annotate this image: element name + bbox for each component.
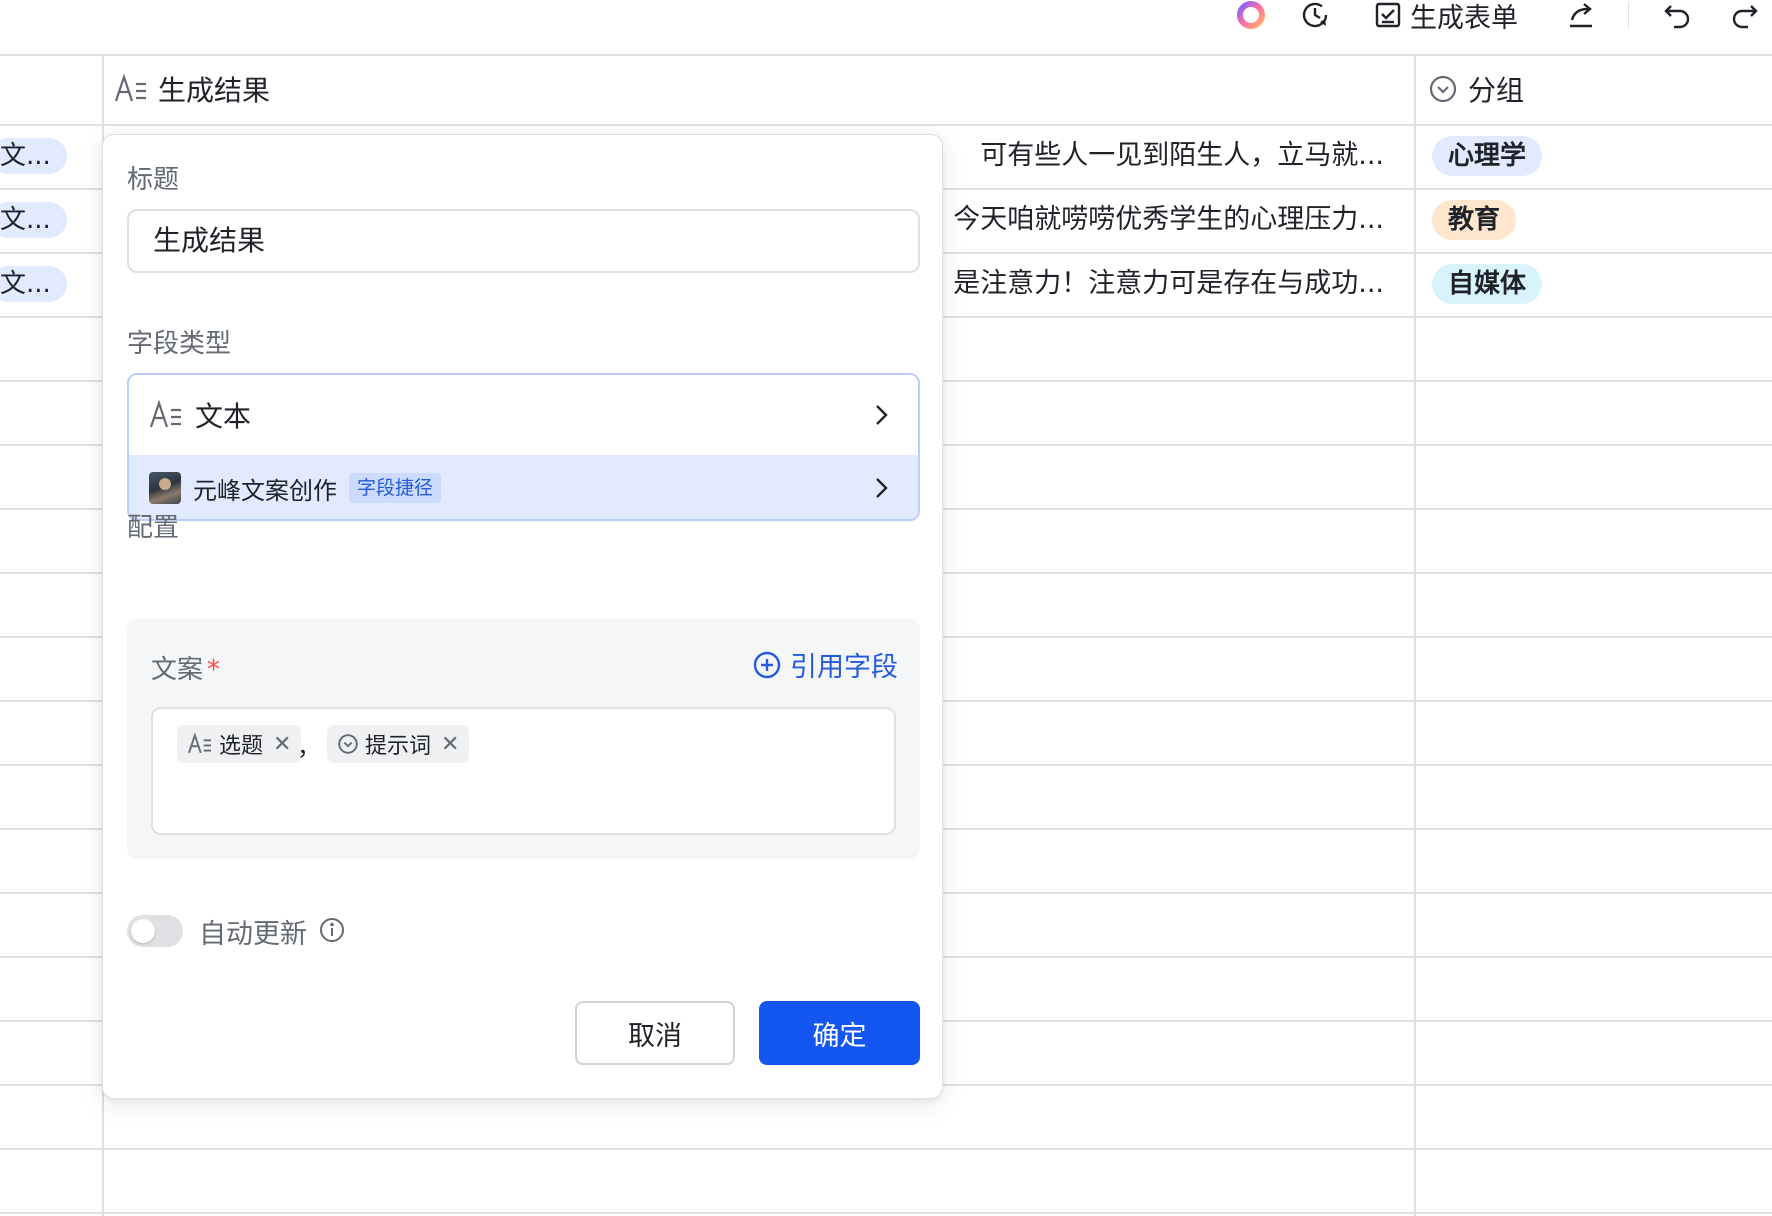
grid-line <box>0 1148 1772 1150</box>
copy-field-label-text: 文案 <box>151 655 204 685</box>
group-tag[interactable]: 教育 <box>1432 200 1517 240</box>
shortcut-badge: 字段捷径 <box>349 473 442 503</box>
field-shortcut-option[interactable]: 元峰文案创作 字段捷径 <box>129 455 918 519</box>
group-tag[interactable]: 心理学 <box>1432 136 1543 176</box>
field-chip[interactable]: 选题 ✕ <box>177 725 302 763</box>
field-chip[interactable]: 提示词 ✕ <box>327 725 470 763</box>
shortcut-name: 元峰文案创作 <box>193 476 337 505</box>
column-header-result[interactable]: 生成结果 <box>114 54 270 124</box>
field-type-text-option[interactable]: 文本 <box>129 375 918 455</box>
redo-icon[interactable] <box>1730 0 1760 30</box>
field-chip-label: 提示词 <box>365 734 432 759</box>
reference-field-button[interactable]: 引用字段 <box>752 645 898 684</box>
cancel-button[interactable]: 取消 <box>575 1001 735 1065</box>
info-icon[interactable] <box>319 917 345 943</box>
toolbar-divider <box>1628 2 1629 28</box>
title-section-label: 标题 <box>127 165 180 195</box>
reference-field-label: 引用字段 <box>790 652 898 683</box>
chevron-right-icon <box>876 478 888 498</box>
grid-line <box>1414 54 1416 1216</box>
single-select-icon <box>338 734 358 754</box>
link-cell-pill[interactable]: 文... <box>0 138 67 174</box>
shortcut-avatar <box>149 472 181 504</box>
ai-orb-icon[interactable] <box>1236 0 1266 30</box>
share-icon[interactable] <box>1566 0 1596 30</box>
generate-form-label: 生成表单 <box>1410 2 1518 34</box>
column-header-label: 分组 <box>1468 74 1525 107</box>
field-type-value: 文本 <box>195 400 252 433</box>
auto-update-toggle[interactable] <box>127 915 183 947</box>
grid-line <box>0 124 1772 126</box>
group-tag[interactable]: 自媒体 <box>1432 264 1543 304</box>
result-cell-text[interactable]: 可有些人一见到陌生人，立马就... <box>930 136 1384 176</box>
generate-form-button[interactable]: 生成表单 <box>1374 0 1518 34</box>
top-toolbar: 生成表单 <box>0 0 1772 54</box>
grid-line <box>0 1212 1772 1214</box>
text-field-icon <box>114 74 146 102</box>
link-cell-pill[interactable]: 文... <box>0 266 67 302</box>
formula-input[interactable]: 选题 ✕ ， 提示词 ✕ <box>151 707 896 835</box>
text-field-icon <box>149 400 181 428</box>
text-field-icon <box>188 733 211 754</box>
column-header-group[interactable]: 分组 <box>1428 54 1524 124</box>
title-input[interactable]: 生成结果 <box>127 209 920 273</box>
config-panel: 文案 * 引用字段 选题 ✕ ， 提示词 ✕ <box>127 619 920 859</box>
column-header-label: 生成结果 <box>158 74 271 107</box>
config-section-label: 配置 <box>127 513 180 543</box>
auto-update-label: 自动更新 <box>199 919 307 950</box>
form-check-icon <box>1375 2 1401 28</box>
copy-field-label: 文案 * <box>151 649 220 686</box>
chip-separator: ， <box>297 733 321 761</box>
add-circle-icon <box>753 651 781 678</box>
field-type-section-label: 字段类型 <box>127 329 232 359</box>
chevron-right-icon <box>876 405 888 425</box>
link-cell-pill[interactable]: 文... <box>0 202 67 238</box>
undo-icon[interactable] <box>1662 0 1692 30</box>
history-icon[interactable] <box>1300 0 1330 30</box>
close-icon[interactable]: ✕ <box>441 732 459 757</box>
single-select-icon <box>1429 75 1457 103</box>
required-mark: * <box>207 655 221 685</box>
confirm-button[interactable]: 确定 <box>759 1001 920 1065</box>
result-cell-text[interactable]: 今天咱就唠唠优秀学生的心理压力... <box>930 200 1384 240</box>
field-config-dialog: 标题 生成结果 字段类型 文本 元峰文案创作 字段捷径 配置 文案 * 引用字段… <box>102 134 943 1099</box>
close-icon[interactable]: ✕ <box>273 732 291 757</box>
field-chip-label: 选题 <box>219 734 264 759</box>
result-cell-text[interactable]: 是注意力！注意力可是存在与成功... <box>930 264 1384 304</box>
field-type-selector: 文本 元峰文案创作 字段捷径 <box>127 373 920 521</box>
